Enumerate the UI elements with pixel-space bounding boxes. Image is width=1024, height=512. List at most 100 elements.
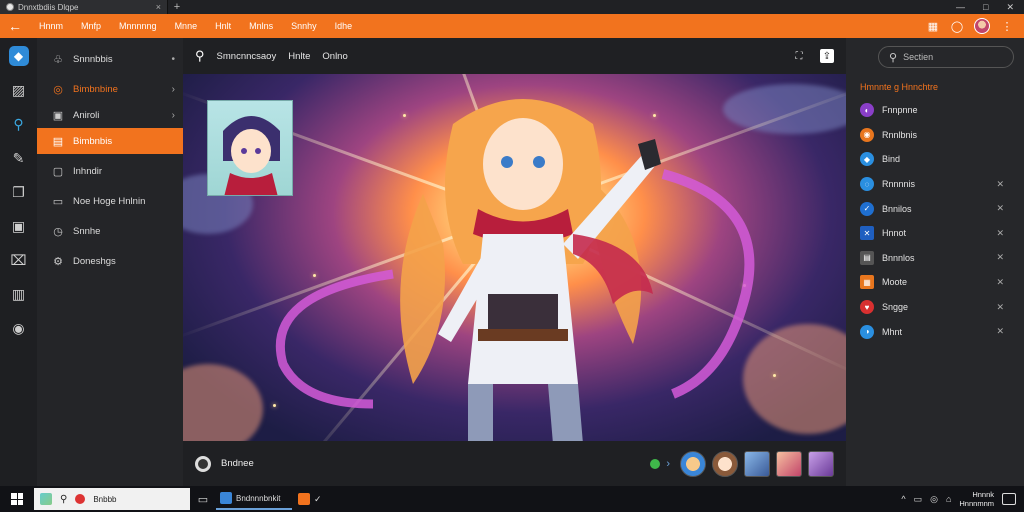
frame-icon[interactable]: ▣	[9, 216, 29, 236]
list-item[interactable]: ◐ Fnnpnne	[856, 98, 1014, 123]
pen-icon[interactable]: ✎	[9, 148, 29, 168]
toolbar-item-1[interactable]: Smncnncsaoy	[217, 51, 277, 62]
nav-item-label: Aniroli	[73, 109, 100, 121]
task-view-icon[interactable]: ▭	[190, 488, 216, 510]
close-icon[interactable]: ✕	[996, 302, 1014, 313]
system-tray: ^ ▭ ◎ ⌂ Hnnnk Hnnnmnm	[901, 490, 1024, 508]
tray-chevron-icon[interactable]: ^	[901, 494, 905, 504]
close-icon[interactable]: ✕	[996, 277, 1014, 288]
thumbnail[interactable]	[776, 450, 802, 477]
item-icon: ◉	[860, 127, 874, 142]
app-icon	[298, 493, 310, 505]
network-icon[interactable]: ◎	[930, 494, 938, 505]
menu-item-4[interactable]: Mnne	[166, 21, 207, 31]
back-arrow-icon[interactable]: ←	[0, 18, 30, 34]
grid-icon[interactable]: ▦	[926, 19, 940, 33]
close-icon[interactable]: ✕	[996, 203, 1014, 214]
close-icon[interactable]: ✕	[996, 228, 1014, 239]
character-portrait-thumbnail[interactable]	[207, 100, 293, 196]
thumbnail[interactable]	[680, 450, 706, 477]
list-item[interactable]: ◉ Rnnlbnis	[856, 123, 1014, 148]
item-icon: ✕	[860, 226, 874, 241]
menu-item-8[interactable]: Idhe	[326, 21, 362, 31]
status-dot-icon	[650, 458, 661, 469]
menu-item-3[interactable]: Mnnnnng	[110, 21, 166, 31]
close-icon[interactable]: ✕	[996, 179, 1014, 190]
pin-icon: ✓	[314, 493, 322, 504]
chevron-right-icon: ›	[171, 83, 175, 95]
artwork-canvas[interactable]	[183, 74, 846, 441]
brand-icon[interactable]: ◆	[8, 46, 29, 66]
new-tab-button[interactable]: +	[168, 1, 186, 13]
item-label: Bnnilos	[882, 203, 912, 214]
nav-item-2[interactable]: ▣ Aniroli ›	[37, 102, 183, 128]
list-item[interactable]: ◆ Bind	[856, 147, 1014, 172]
list-item[interactable]: ✓ Bnnilos ✕	[856, 196, 1014, 221]
menu-item-7[interactable]: Snnhy	[282, 21, 326, 31]
panel-list: ◐ Fnnpnne ◉ Rnnlbnis ◆ Bind ◌ Rnnnnis ✕ …	[856, 98, 1014, 344]
battery-icon[interactable]: ▭	[914, 494, 923, 505]
nav-item-label: Noe Hoge Hnlnin	[73, 195, 146, 207]
gift-icon[interactable]: ⌧	[9, 250, 29, 270]
nav-item-1[interactable]: ♧ Snnnbbis •	[37, 46, 183, 72]
item-label: Rnnlbnis	[882, 129, 918, 140]
content-toolbar: ⚲ Smncnncsaoy Hnlte Onlno ⛶ ⇪	[183, 38, 846, 74]
toolbar-item-2[interactable]: Hnlte	[288, 51, 310, 62]
menu-icon[interactable]: ⋮	[1000, 19, 1014, 33]
list-item[interactable]: ♥ Sngge ✕	[856, 295, 1014, 320]
search-icon[interactable]: ⚲	[195, 48, 205, 64]
content-bottombar: Bndnee ›	[183, 441, 846, 486]
list-item[interactable]: ✕ Hnnot ✕	[856, 221, 1014, 246]
menu-item-5[interactable]: Hnlt	[206, 21, 240, 31]
avatar[interactable]	[974, 18, 990, 34]
start-button[interactable]	[0, 493, 34, 505]
minimize-button[interactable]: —	[956, 2, 965, 13]
film-icon[interactable]: ▥	[9, 284, 29, 304]
nav-section-header[interactable]: ◎ Bimbnbine ›	[37, 76, 183, 102]
item-icon: ◑	[860, 324, 874, 339]
right-panel: ⚲ Sectien Hmnnte g Hnnchtre ◐ Fnnpnne ◉ …	[846, 38, 1024, 486]
item-label: Rnnnnis	[882, 179, 916, 190]
nav-item-7[interactable]: ⚙ Doneshgs	[37, 248, 183, 274]
tab-close-icon[interactable]: ×	[156, 2, 161, 12]
taskbar-app-active[interactable]: Bndnnnbnkit	[216, 488, 292, 510]
close-icon[interactable]: ✕	[996, 326, 1014, 337]
item-icon: ▤	[860, 250, 874, 265]
nav-item-6[interactable]: ◷ Snnhe	[37, 218, 183, 244]
list-item[interactable]: ◌ Rnnnnis ✕	[856, 172, 1014, 197]
nav-item-5[interactable]: ▭ Noe Hoge Hnlnin	[37, 188, 183, 214]
search-icon[interactable]: ⚲	[9, 114, 29, 134]
taskbar-search[interactable]: ⚲ Bnbbb	[34, 488, 190, 510]
nav-item-selected[interactable]: ▤ Bimbnbis	[37, 128, 183, 154]
thumbnail[interactable]	[712, 450, 738, 477]
toolbar-item-3[interactable]: Onlno	[322, 51, 347, 62]
close-window-button[interactable]: ✕	[1006, 2, 1014, 13]
icon-rail: ◆ ▨ ⚲ ✎ ❐ ▣ ⌧ ▥ ◉	[0, 38, 37, 486]
menu-item-6[interactable]: Mnlns	[240, 21, 282, 31]
nav-item-icon: ⚙	[53, 255, 63, 268]
list-item[interactable]: ▦ Moote ✕	[856, 270, 1014, 295]
disc-icon[interactable]: ◉	[9, 318, 29, 338]
bell-icon[interactable]: ◯	[950, 19, 964, 33]
clock[interactable]: Hnnnk Hnnnmnm	[959, 490, 994, 508]
maximize-button[interactable]: □	[983, 2, 988, 13]
notification-icon[interactable]	[1002, 493, 1016, 505]
menu-item-1[interactable]: Hnnm	[30, 21, 72, 31]
list-item[interactable]: ▤ Bnnnlos ✕	[856, 246, 1014, 271]
close-icon[interactable]: ✕	[996, 252, 1014, 263]
nav-item-4[interactable]: ▢ Inhndir	[37, 158, 183, 184]
thumbnail[interactable]	[808, 450, 834, 477]
panel-search-input[interactable]: ⚲ Sectien	[878, 46, 1014, 68]
layers-icon[interactable]: ❐	[9, 182, 29, 202]
thumbnail[interactable]	[744, 450, 770, 477]
chevron-right-icon[interactable]: ›	[666, 458, 670, 470]
taskbar-app[interactable]: ✓	[292, 493, 332, 505]
image-icon[interactable]: ▨	[9, 80, 29, 100]
menu-item-2[interactable]: Mnfp	[72, 21, 110, 31]
share-icon[interactable]: ⇪	[820, 49, 834, 63]
volume-icon[interactable]: ⌂	[946, 494, 951, 504]
expand-icon[interactable]: ⛶	[792, 49, 806, 63]
browser-tab[interactable]: Dnnxtbdiis Dlqpe ×	[0, 0, 168, 14]
app-logo-icon[interactable]	[195, 455, 211, 472]
list-item[interactable]: ◑ Mhnt ✕	[856, 319, 1014, 344]
